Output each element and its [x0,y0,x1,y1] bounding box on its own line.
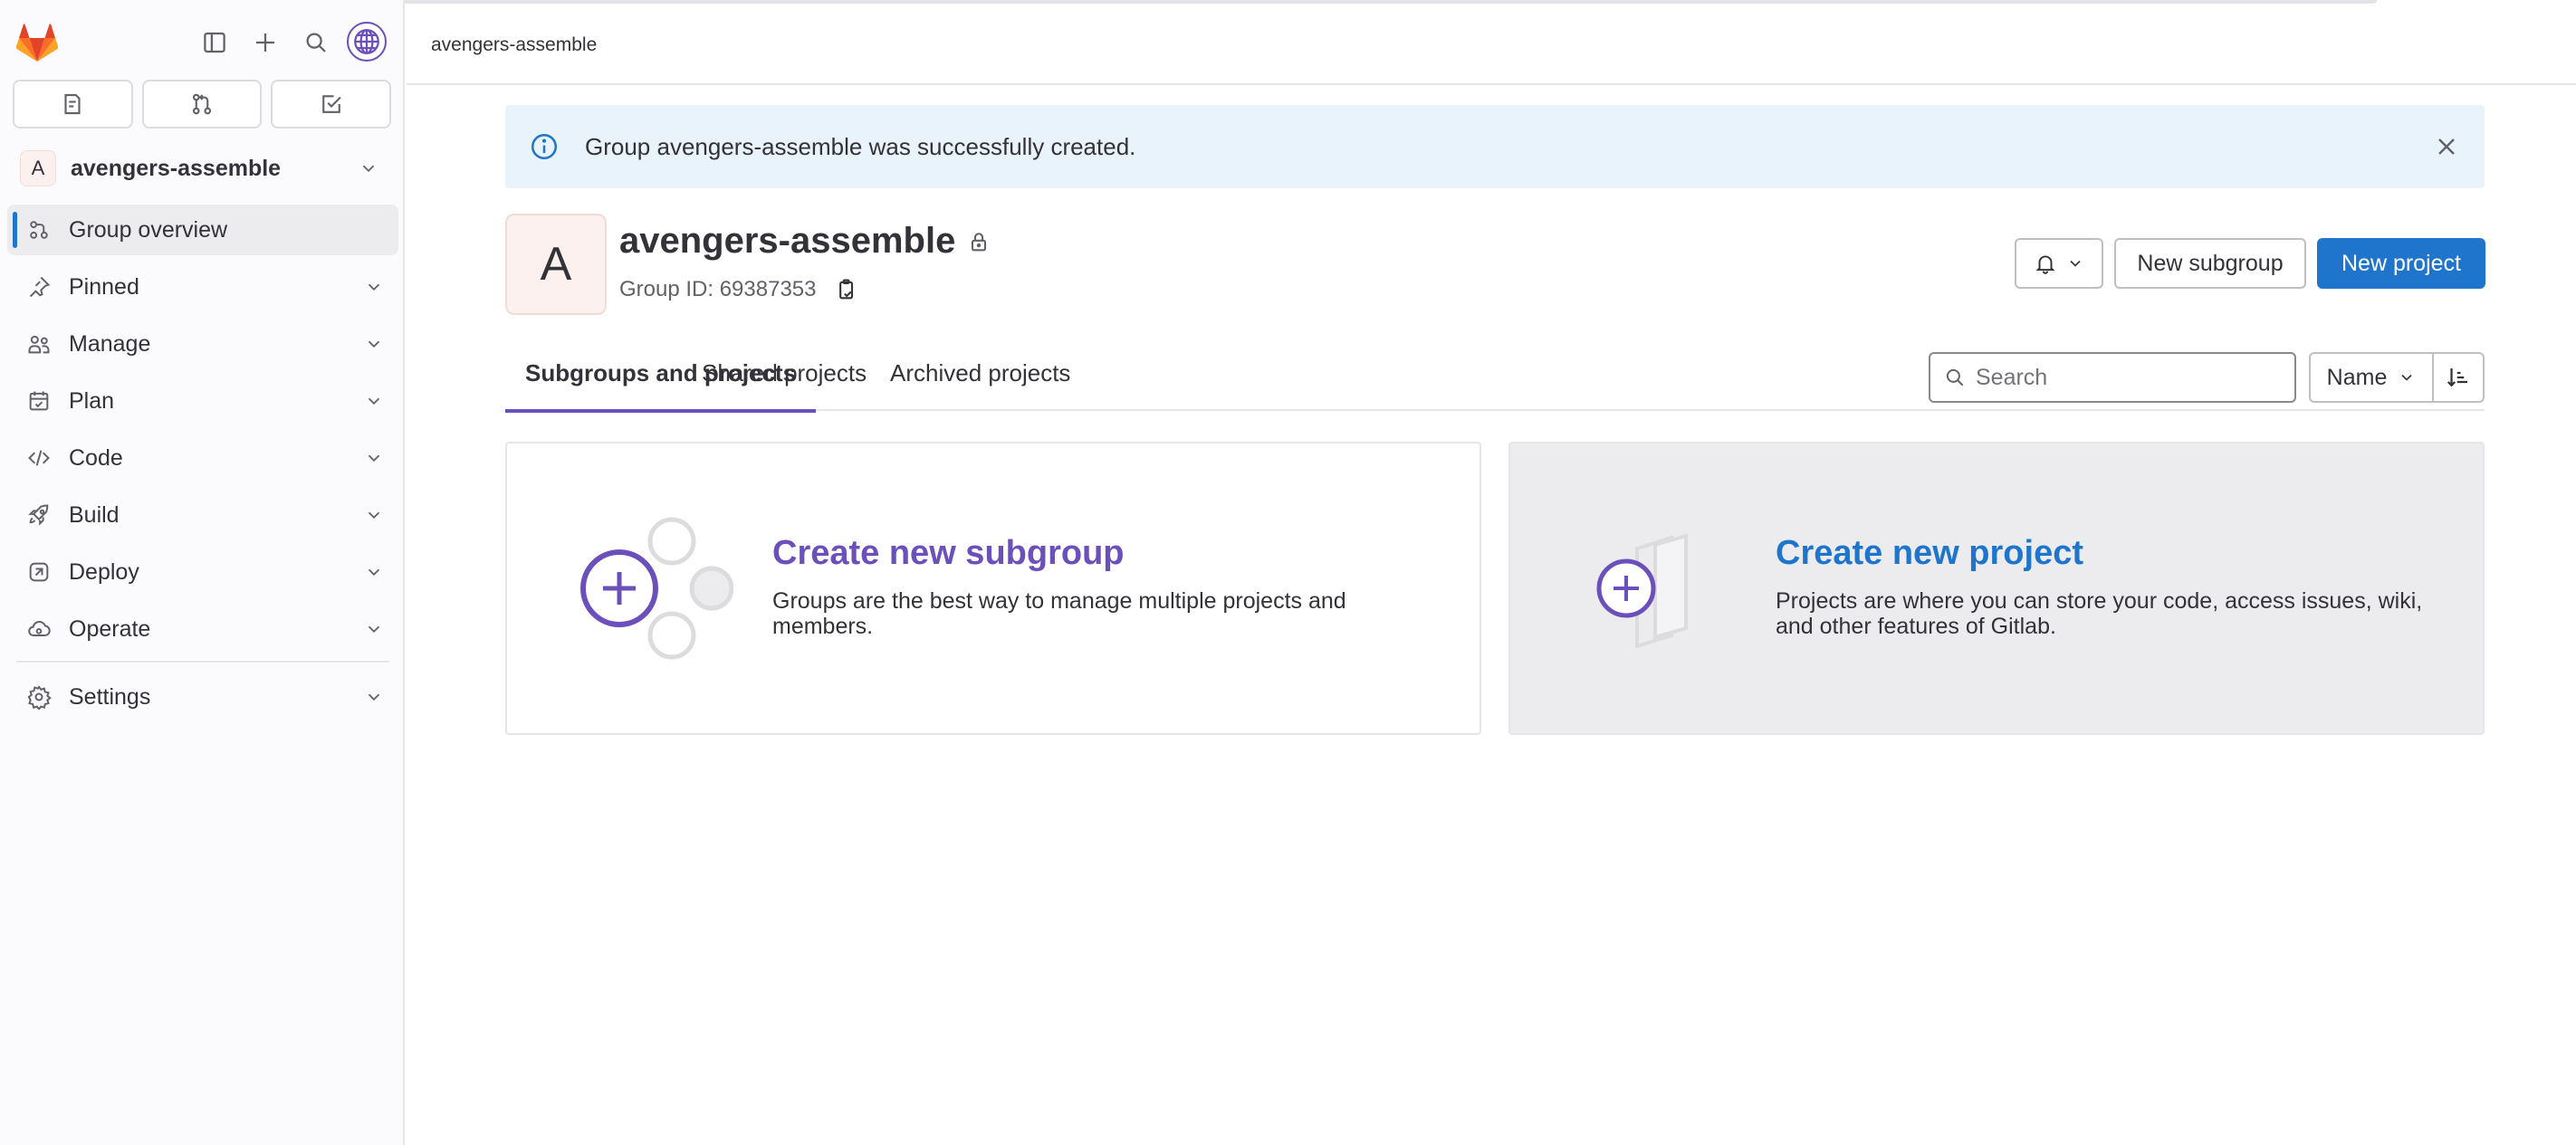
sort-ascending-icon [2447,368,2467,387]
chevron-down-icon [364,391,384,411]
quick-tabs [13,80,392,129]
sidebar-item-label: Pinned [69,273,139,300]
group-context-name: avengers-assemble [71,155,282,181]
pin-icon [25,273,53,301]
sidebar-item-code[interactable]: Code [7,433,398,483]
rocket-icon [25,501,53,529]
lock-icon [972,232,987,251]
info-icon [531,133,558,160]
calendar-icon [25,387,53,415]
notification-dropdown[interactable] [2015,238,2103,289]
create-project-card[interactable]: Create new project Projects are where yo… [1508,442,2485,735]
create-subgroup-card[interactable]: Create new subgroup Groups are the best … [505,442,1481,735]
create-subgroup-title[interactable]: Create new subgroup [772,534,1125,573]
tab-archived-projects[interactable]: Archived projects [870,335,1090,411]
alert-message: Group avengers-assemble was successfully… [585,132,1136,160]
sidebar-item-group-overview[interactable]: Group overview [7,205,398,255]
sidebar-item-label: Operate [69,615,151,642]
copy-icon[interactable] [833,277,858,302]
sidebar-item-pinned[interactable]: Pinned [7,262,398,312]
toggle-sidebar-icon[interactable] [197,25,232,60]
subgroup-illustration-icon [580,517,733,660]
page-title: avengers-assemble [619,221,956,261]
project-illustration-icon [1596,533,1688,649]
search-icon [1946,368,1964,386]
chevron-down-icon [2401,374,2412,381]
code-icon [25,444,53,472]
sidebar-item-plan[interactable]: Plan [7,376,398,426]
chevron-down-icon [364,619,384,639]
chevron-down-icon [359,158,378,178]
new-project-button[interactable]: New project [2317,238,2485,289]
sidebar-nav: Group overview Pinned Manage Plan Code B… [7,205,398,729]
issues-button[interactable] [13,80,133,129]
create-new-icon[interactable] [248,25,282,60]
merge-request-icon [192,93,212,115]
search-icon[interactable] [299,25,333,60]
sidebar-item-build[interactable]: Build [7,490,398,540]
search-box [1929,352,2296,403]
close-icon[interactable] [2432,132,2461,161]
create-subgroup-description: Groups are the best way to manage multip… [772,588,1346,639]
chevron-down-icon [364,334,384,354]
sort-direction-button[interactable] [2432,352,2485,403]
create-project-title[interactable]: Create new project [1776,534,2083,573]
chevron-down-icon [364,448,384,468]
todo-icon [321,95,341,113]
sidebar-item-label: Build [69,501,120,528]
sidebar-item-label: Deploy [69,558,139,585]
group-title: avengers-assemble [619,221,991,262]
group-context-switcher[interactable]: A avengers-assemble [13,145,391,192]
group-overview-icon [25,216,53,243]
issues-icon [64,93,81,115]
deploy-icon [25,558,53,586]
sidebar-item-label: Settings [69,683,151,710]
group-avatar: A [505,214,607,315]
chevron-down-icon [2070,260,2081,267]
create-project-description: Projects are where you can store your co… [1776,588,2423,639]
chevron-down-icon [364,562,384,582]
tab-shared-projects[interactable]: Shared projects [682,335,886,411]
user-avatar[interactable] [347,22,387,62]
sidebar-divider [16,661,389,663]
search-input[interactable] [1976,364,2284,391]
sidebar-top-bar [0,13,405,71]
chevron-down-icon [364,277,384,297]
sidebar-item-label: Group overview [69,216,228,243]
new-subgroup-button[interactable]: New subgroup [2114,238,2306,289]
group-context-avatar: A [20,150,56,186]
sidebar-item-deploy[interactable]: Deploy [7,547,398,597]
chevron-down-icon [364,505,384,525]
gear-icon [25,683,53,711]
gitlab-logo-icon[interactable] [14,22,60,63]
merge-requests-button[interactable] [141,80,263,129]
sidebar-item-label: Manage [69,330,151,357]
sidebar-item-settings[interactable]: Settings [7,672,398,722]
breadcrumb[interactable]: avengers-assemble [431,34,597,56]
users-icon [25,330,53,358]
app: A avengers-assemble Group overview Pinne… [0,0,2576,1145]
chevron-down-icon [364,687,384,707]
success-alert: Group avengers-assemble was successfully… [505,105,2485,188]
sidebar-item-label: Plan [69,387,115,414]
sort-label: Name [2326,364,2388,390]
sort-dropdown[interactable]: Name [2309,352,2434,403]
todos-button[interactable] [271,80,392,129]
group-id: Group ID: 69387353 [619,277,858,302]
sidebar: A avengers-assemble Group overview Pinne… [0,0,405,1145]
cloud-icon [25,615,53,643]
group-id-text: Group ID: 69387353 [619,277,817,301]
main-content: Group avengers-assemble was successfully… [407,85,2576,1145]
sidebar-item-label: Code [69,444,123,471]
sidebar-item-operate[interactable]: Operate [7,604,398,654]
top-header: avengers-assemble [407,9,2576,85]
sidebar-item-manage[interactable]: Manage [7,319,398,369]
bell-icon [2035,255,2055,274]
